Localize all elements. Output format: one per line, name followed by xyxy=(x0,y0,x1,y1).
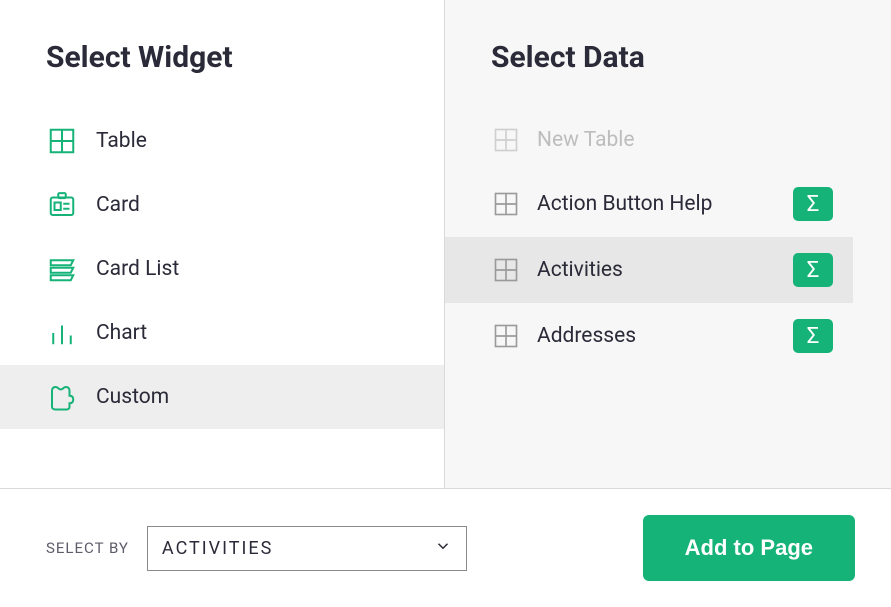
select-by-value: ACTIVITIES xyxy=(162,538,273,559)
select-by-dropdown[interactable]: ACTIVITIES xyxy=(147,526,467,571)
chevron-down-icon xyxy=(434,537,452,560)
grid-icon xyxy=(491,189,521,219)
custom-icon xyxy=(46,381,78,413)
data-item-new-table: New Table xyxy=(445,109,853,171)
sigma-icon[interactable]: Σ xyxy=(793,187,833,221)
select-widget-panel: Select Widget Table Card Card List Chart… xyxy=(0,0,445,488)
widget-item-card[interactable]: Card xyxy=(0,173,444,237)
select-widget-title: Select Widget xyxy=(0,0,444,109)
widget-item-card-list[interactable]: Card List xyxy=(0,237,444,301)
select-by-label: SELECT BY xyxy=(46,539,129,557)
widget-item-label: Custom xyxy=(96,385,169,409)
widget-item-custom[interactable]: Custom xyxy=(0,365,444,429)
data-item-label: Action Button Help xyxy=(537,192,777,216)
grid-icon xyxy=(491,125,521,155)
footer: SELECT BY ACTIVITIES Add to Page xyxy=(0,489,891,607)
add-to-page-button[interactable]: Add to Page xyxy=(643,515,855,581)
data-item-label: Addresses xyxy=(537,324,777,348)
data-item-activities[interactable]: Activities Σ xyxy=(445,237,853,303)
widget-item-label: Table xyxy=(96,129,147,153)
widget-item-table[interactable]: Table xyxy=(0,109,444,173)
widget-item-label: Card List xyxy=(96,257,179,281)
data-item-label: Activities xyxy=(537,258,777,282)
data-list: New Table Action Button Help Σ Activities… xyxy=(445,109,891,369)
data-item-action-button-help[interactable]: Action Button Help Σ xyxy=(445,171,853,237)
widget-list: Table Card Card List Chart Custom xyxy=(0,109,444,429)
widget-item-label: Card xyxy=(96,193,140,217)
chart-icon xyxy=(46,317,78,349)
widget-item-label: Chart xyxy=(96,321,147,345)
grid-icon xyxy=(491,255,521,285)
data-item-addresses[interactable]: Addresses Σ xyxy=(445,303,853,369)
data-item-label: New Table xyxy=(537,128,833,152)
sigma-icon[interactable]: Σ xyxy=(793,253,833,287)
widget-item-chart[interactable]: Chart xyxy=(0,301,444,365)
table-icon xyxy=(46,125,78,157)
select-data-panel: Select Data New Table Action Button Help… xyxy=(445,0,891,488)
cardlist-icon xyxy=(46,253,78,285)
card-icon xyxy=(46,189,78,221)
grid-icon xyxy=(491,321,521,351)
sigma-icon[interactable]: Σ xyxy=(793,319,833,353)
select-data-title: Select Data xyxy=(445,0,891,109)
